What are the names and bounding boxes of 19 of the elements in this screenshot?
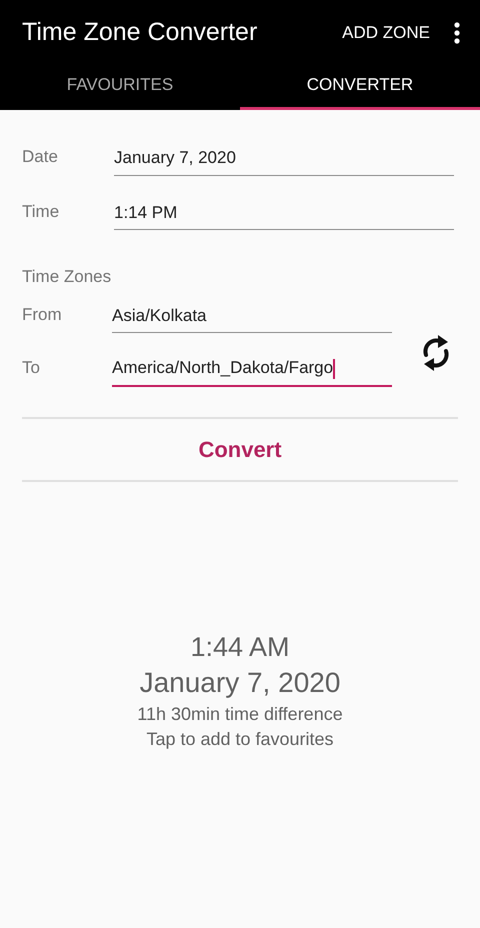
convert-button[interactable]: Convert	[182, 428, 298, 470]
add-zone-button[interactable]: ADD ZONE	[334, 16, 438, 50]
input-field[interactable]: Asia/Kolkata	[112, 302, 392, 333]
field-label: Time	[22, 200, 60, 222]
section-heading: Time Zones	[22, 266, 112, 288]
more-options-icon[interactable]	[454, 22, 460, 44]
field-label: From	[22, 304, 63, 326]
app-title: Time Zone Converter	[22, 17, 258, 48]
time-difference: 11h 30min time difference	[137, 702, 343, 726]
input-field[interactable]: America/North_Dakota/Fargo	[112, 355, 392, 386]
field-label: To	[22, 357, 41, 379]
tab[interactable]: FAVOURITES	[0, 66, 240, 110]
favourites-hint[interactable]: Tap to add to favourites	[146, 726, 334, 752]
tab[interactable]: CONVERTER	[240, 66, 480, 110]
field-label: Date	[22, 146, 59, 168]
input-field[interactable]: January 7, 2020	[114, 145, 454, 176]
result-time: 1:44 AM	[190, 630, 290, 664]
result-date: January 7, 2020	[140, 666, 340, 700]
input-field[interactable]: 1:14 PM	[114, 200, 454, 230]
